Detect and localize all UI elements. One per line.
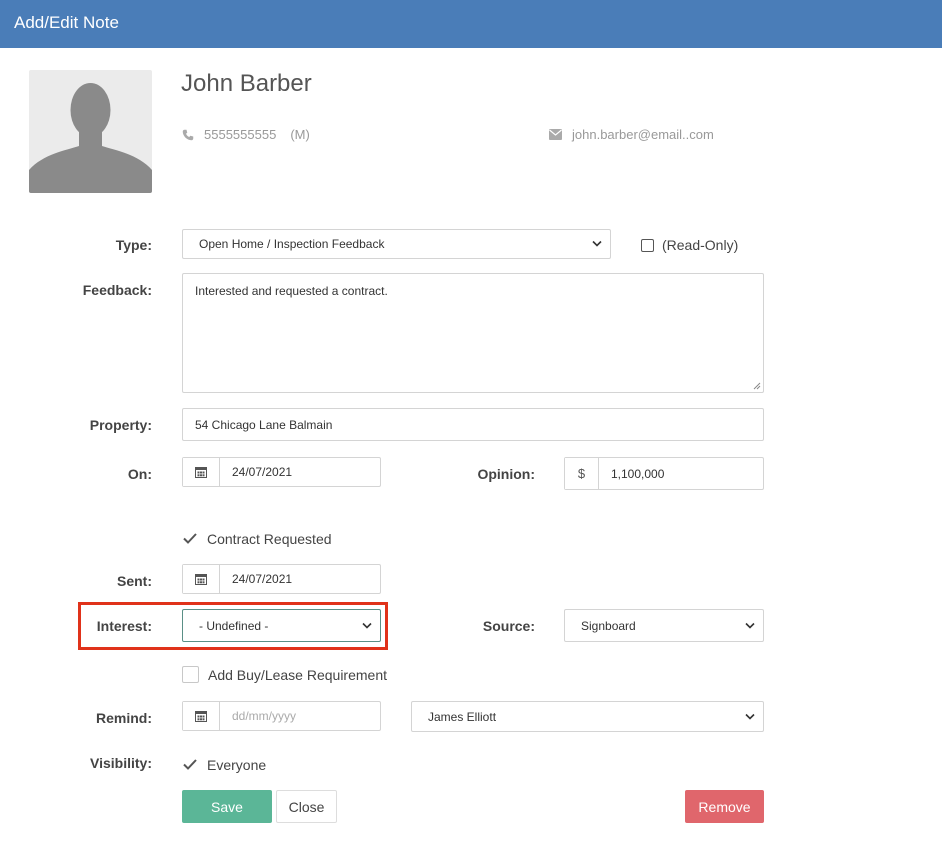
contact-email[interactable]: john.barber@email..com: [572, 127, 714, 142]
avatar: [29, 70, 152, 193]
contact-name: John Barber: [181, 70, 312, 97]
contract-requested-label: Contract Requested: [207, 530, 332, 547]
interest-label: Interest:: [96, 618, 152, 634]
close-button[interactable]: Close: [276, 790, 337, 823]
feedback-text: Interested and requested a contract.: [195, 284, 388, 298]
feedback-textarea[interactable]: Interested and requested a contract.: [182, 273, 764, 393]
source-label: Source:: [482, 618, 535, 634]
source-select-value: Signboard: [581, 618, 636, 633]
calendar-icon[interactable]: [183, 458, 220, 486]
envelope-icon: [549, 129, 562, 140]
checkmark-icon: [183, 759, 197, 770]
dialog-header: Add/Edit Note: [0, 0, 942, 48]
calendar-icon[interactable]: [183, 565, 220, 593]
contact-phone-type: (M): [290, 127, 310, 142]
buy-lease-label: Add Buy/Lease Requirement: [208, 666, 387, 683]
on-label: On:: [127, 466, 152, 482]
property-label: Property:: [89, 417, 152, 433]
type-label: Type:: [115, 237, 152, 253]
read-only-label: (Read-Only): [662, 237, 739, 253]
interest-select-value: - Undefined -: [199, 618, 269, 633]
chevron-down-icon: [592, 240, 602, 247]
dialog-title: Add/Edit Note: [14, 13, 119, 32]
buy-lease-checkbox[interactable]: [182, 666, 199, 683]
phone-icon: [182, 129, 194, 140]
on-date-input[interactable]: 24/07/2021: [182, 457, 381, 487]
visibility-label: Visibility:: [90, 755, 152, 771]
read-only-toggle[interactable]: (Read-Only): [641, 237, 738, 253]
sent-date-input[interactable]: 24/07/2021: [182, 564, 381, 594]
source-select[interactable]: Signboard: [564, 609, 764, 642]
read-only-checkbox[interactable]: [641, 238, 654, 252]
contract-requested-checkbox[interactable]: [182, 530, 198, 547]
remind-label: Remind:: [96, 710, 152, 726]
type-select[interactable]: Open Home / Inspection Feedback: [182, 229, 611, 259]
person-silhouette-icon: [29, 83, 152, 193]
remind-date-placeholder: dd/mm/yyyy: [232, 709, 297, 723]
contract-requested-toggle[interactable]: Contract Requested: [182, 530, 332, 547]
sent-date-value: 24/07/2021: [232, 572, 293, 586]
buy-lease-toggle[interactable]: Add Buy/Lease Requirement: [182, 666, 387, 683]
on-date-value: 24/07/2021: [232, 465, 293, 479]
feedback-label: Feedback:: [82, 282, 152, 298]
chevron-down-icon: [745, 713, 755, 720]
checkmark-icon: [183, 533, 197, 544]
interest-select[interactable]: - Undefined -: [182, 609, 381, 642]
opinion-value: 1,100,000: [611, 466, 665, 481]
type-select-value: Open Home / Inspection Feedback: [199, 237, 385, 251]
sent-label: Sent:: [117, 573, 152, 589]
remind-agent-value: James Elliott: [428, 709, 497, 724]
contact-email-row: john.barber@email..com: [549, 127, 714, 142]
opinion-label: Opinion:: [477, 466, 535, 482]
resize-handle-icon: [753, 382, 761, 390]
property-value: 54 Chicago Lane Balmain: [195, 417, 333, 432]
contact-phone-row: 5555555555 (M): [182, 127, 310, 142]
save-button[interactable]: Save: [182, 790, 272, 823]
remove-button[interactable]: Remove: [685, 790, 764, 823]
chevron-down-icon: [745, 622, 755, 629]
opinion-input[interactable]: $ 1,100,000: [564, 457, 764, 490]
calendar-icon[interactable]: [183, 702, 220, 730]
property-input[interactable]: 54 Chicago Lane Balmain: [182, 408, 764, 441]
remind-agent-select[interactable]: James Elliott: [411, 701, 764, 732]
visibility-everyone-toggle[interactable]: Everyone: [182, 756, 266, 773]
visibility-everyone-checkbox[interactable]: [182, 756, 198, 773]
remind-date-input[interactable]: dd/mm/yyyy: [182, 701, 381, 731]
visibility-everyone-label: Everyone: [207, 756, 267, 773]
chevron-down-icon: [362, 622, 372, 629]
currency-addon: $: [565, 458, 599, 489]
contact-phone[interactable]: 5555555555: [204, 127, 276, 142]
